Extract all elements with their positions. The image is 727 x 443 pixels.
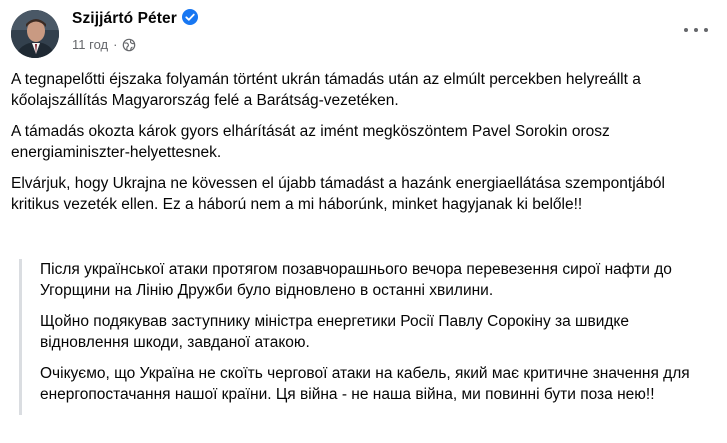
avatar-portrait-icon	[11, 10, 59, 58]
post-paragraph: Elvárjuk, hogy Ukrajna ne kövessen el új…	[11, 175, 665, 213]
translation-quote: Після української атаки протягом позавчо…	[19, 259, 715, 415]
post-paragraph: A támadás okozta károk gyors elhárítását…	[11, 123, 610, 161]
more-options-button[interactable]	[684, 20, 708, 40]
more-options-icon	[704, 28, 708, 32]
meta-separator: ·	[113, 37, 118, 52]
translation-paragraph: Після української атаки протягом позавчо…	[40, 261, 672, 299]
author-name-text[interactable]: Szijjártó Péter	[72, 10, 177, 27]
post-body: A tegnapelőtti éjszaka folyamán történt …	[11, 69, 711, 225]
more-options-icon	[694, 28, 698, 32]
verified-badge-icon	[181, 9, 198, 25]
more-options-icon	[684, 28, 688, 32]
post-timestamp[interactable]: 11 год	[72, 37, 108, 52]
author-name[interactable]: Szijjártó Péter	[72, 9, 198, 28]
post-meta: 11 год ·	[72, 37, 136, 52]
translation-paragraph: Щойно подякував заступнику міністра енер…	[40, 313, 629, 351]
globe-icon[interactable]	[122, 38, 136, 52]
post-header: Szijjártó Péter 11 год ·	[11, 8, 716, 64]
translation-paragraph: Очікуємо, що Україна не скоїть чергової …	[40, 365, 690, 403]
author-avatar[interactable]	[11, 10, 59, 58]
post-paragraph: A tegnapelőtti éjszaka folyamán történt …	[11, 71, 641, 109]
